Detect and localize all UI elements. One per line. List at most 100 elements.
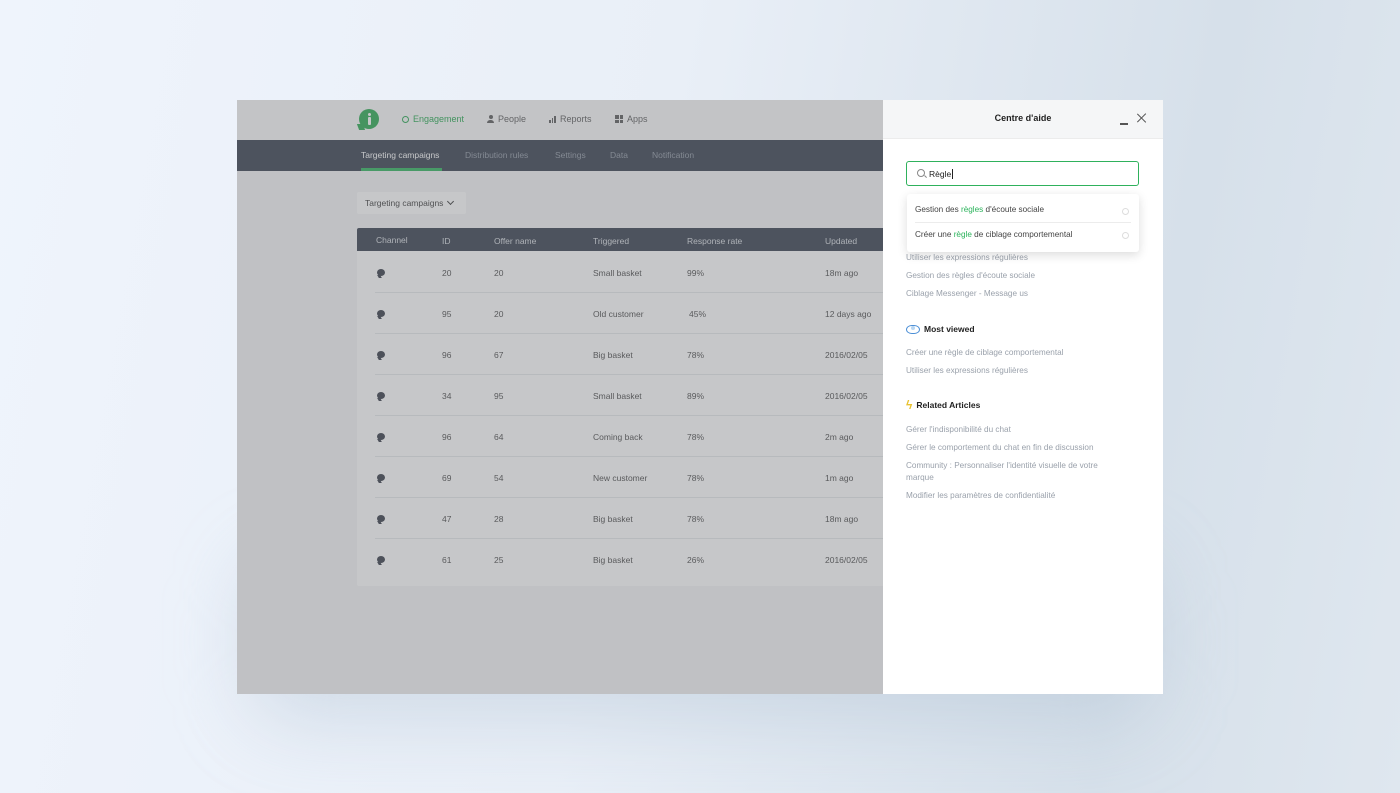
column-header-offer-name[interactable]: Offer name: [494, 236, 536, 246]
related-articles-heading: ϟ Related Articles: [906, 398, 980, 412]
nav-apps[interactable]: Apps: [615, 114, 648, 124]
nav-reports[interactable]: Reports: [549, 114, 592, 124]
search-icon: [1122, 208, 1129, 215]
column-header-channel[interactable]: Channel: [376, 235, 408, 245]
nav-engagement-label: Engagement: [413, 114, 465, 124]
cell-offer-name: 67: [494, 350, 504, 360]
cell-triggered: Big basket: [593, 514, 633, 524]
tab-settings[interactable]: Settings: [555, 150, 586, 160]
suggestion-item[interactable]: Gestion des règles d'écoute sociale: [915, 205, 1044, 214]
lightning-icon: ϟ: [906, 398, 913, 412]
campaign-filter-label: Targeting campaigns: [365, 198, 444, 208]
cell-updated: 2016/02/05: [825, 391, 868, 401]
target-icon: [402, 115, 409, 123]
cell-offer-name: 25: [494, 555, 504, 565]
cell-response-rate: 78%: [687, 514, 705, 524]
table-row[interactable]: 95 20 Old customer 45% 12 days ago: [357, 293, 917, 334]
cell-offer-name: 28: [494, 514, 504, 524]
column-header-updated[interactable]: Updated: [825, 236, 857, 246]
cell-id: 20: [442, 268, 452, 278]
table-row[interactable]: 96 64 Coming back 78% 2m ago: [357, 416, 917, 457]
cell-updated: 2016/02/05: [825, 555, 868, 565]
nav-apps-label: Apps: [627, 114, 648, 124]
tab-notification[interactable]: Notification: [652, 150, 694, 160]
cell-offer-name: 95: [494, 391, 504, 401]
column-header-triggered[interactable]: Triggered: [593, 236, 629, 246]
minimize-icon[interactable]: [1120, 123, 1128, 125]
suggestion-text: Gestion des: [915, 205, 961, 214]
suggestion-item[interactable]: Créer une règle de ciblage comportementa…: [915, 230, 1073, 239]
text-caret: [952, 169, 954, 179]
cell-response-rate: 99%: [687, 268, 705, 278]
search-icon: [1122, 232, 1129, 239]
cell-response-rate: 26%: [687, 555, 705, 565]
nav-people-label: People: [498, 114, 527, 124]
recent-article-link[interactable]: Utiliser les expressions régulières: [906, 253, 1028, 262]
column-header-response-rate[interactable]: Response rate: [687, 236, 742, 246]
campaigns-table: Channel ID Offer name Triggered Response…: [357, 228, 917, 586]
cell-triggered: Small basket: [593, 391, 642, 401]
sub-navigation: Targeting campaigns Distribution rules S…: [237, 140, 883, 171]
cell-response-rate: 45%: [689, 309, 707, 319]
nav-people[interactable]: People: [487, 114, 526, 124]
table-row[interactable]: 34 95 Small basket 89% 2016/02/05: [357, 375, 917, 416]
cell-triggered: Small basket: [593, 268, 642, 278]
suggestion-text: Créer une: [915, 230, 954, 239]
help-search-input[interactable]: Règle: [929, 169, 1109, 179]
most-viewed-link[interactable]: Créer une règle de ciblage comportementa…: [906, 348, 1063, 357]
chat-bubble-icon: [377, 392, 385, 399]
cell-response-rate: 78%: [687, 473, 705, 483]
most-viewed-heading: Most viewed: [906, 324, 975, 334]
tab-data[interactable]: Data: [610, 150, 628, 160]
table-header: Channel ID Offer name Triggered Response…: [357, 228, 917, 251]
chat-bubble-icon: [377, 556, 385, 563]
recent-article-link[interactable]: Gestion des règles d'écoute sociale: [906, 271, 1035, 280]
suggestion-highlight: règles: [960, 205, 984, 214]
related-article-link[interactable]: Modifier les paramètres de confidentiali…: [906, 491, 1055, 500]
bar-chart-icon: [549, 115, 556, 123]
nav-engagement[interactable]: Engagement: [402, 114, 464, 124]
top-navigation: Engagement People Reports Apps: [237, 100, 883, 140]
table-row[interactable]: 47 28 Big basket 78% 18m ago: [357, 498, 917, 539]
cell-updated: 2016/02/05: [825, 350, 868, 360]
cell-id: 96: [442, 350, 452, 360]
cell-id: 61: [442, 555, 452, 565]
cell-response-rate: 89%: [687, 391, 705, 401]
tab-targeting-campaigns[interactable]: Targeting campaigns: [361, 150, 439, 160]
column-header-id[interactable]: ID: [442, 236, 451, 246]
cell-offer-name: 20: [494, 268, 504, 278]
cell-id: 95: [442, 309, 452, 319]
most-viewed-link[interactable]: Utiliser les expressions régulières: [906, 366, 1028, 375]
related-article-link[interactable]: Gérer l'indisponibilité du chat: [906, 425, 1011, 434]
help-search-field[interactable]: Règle: [906, 161, 1139, 186]
cell-triggered: Big basket: [593, 555, 633, 565]
cell-id: 47: [442, 514, 452, 524]
campaign-filter-dropdown[interactable]: Targeting campaigns: [357, 192, 466, 214]
tab-distribution-rules[interactable]: Distribution rules: [465, 150, 528, 160]
chat-bubble-icon: [377, 351, 385, 358]
recent-article-link[interactable]: Ciblage Messenger - Message us: [906, 289, 1028, 298]
search-suggestions: Gestion des règles d'écoute sociale Crée…: [907, 194, 1139, 252]
active-tab-indicator: [361, 168, 442, 171]
search-icon: [917, 169, 925, 177]
cell-response-rate: 78%: [687, 350, 705, 360]
help-panel: Centre d'aide Règle Gestion des règles d…: [883, 100, 1163, 694]
related-article-link[interactable]: Gérer le comportement du chat en fin de …: [906, 443, 1094, 452]
cell-id: 69: [442, 473, 452, 483]
cell-updated: 12 days ago: [825, 309, 872, 319]
table-row[interactable]: 20 20 Small basket 99% 18m ago: [357, 252, 917, 293]
help-panel-header: Centre d'aide: [883, 100, 1163, 139]
cell-updated: 1m ago: [825, 473, 854, 483]
chat-bubble-icon: [377, 515, 385, 522]
table-row[interactable]: 69 54 New customer 78% 1m ago: [357, 457, 917, 498]
cell-triggered: Old customer: [593, 309, 644, 319]
table-row[interactable]: 61 25 Big basket 26% 2016/02/05: [357, 539, 917, 580]
close-icon[interactable]: [1135, 112, 1147, 124]
table-row[interactable]: 96 67 Big basket 78% 2016/02/05: [357, 334, 917, 375]
cell-offer-name: 54: [494, 473, 504, 483]
nav-reports-label: Reports: [560, 114, 592, 124]
cell-triggered: New customer: [593, 473, 648, 483]
related-article-link[interactable]: Community : Personnaliser l'identité vis…: [906, 460, 1121, 484]
eye-icon: [906, 324, 920, 334]
cell-updated: 18m ago: [825, 514, 859, 524]
